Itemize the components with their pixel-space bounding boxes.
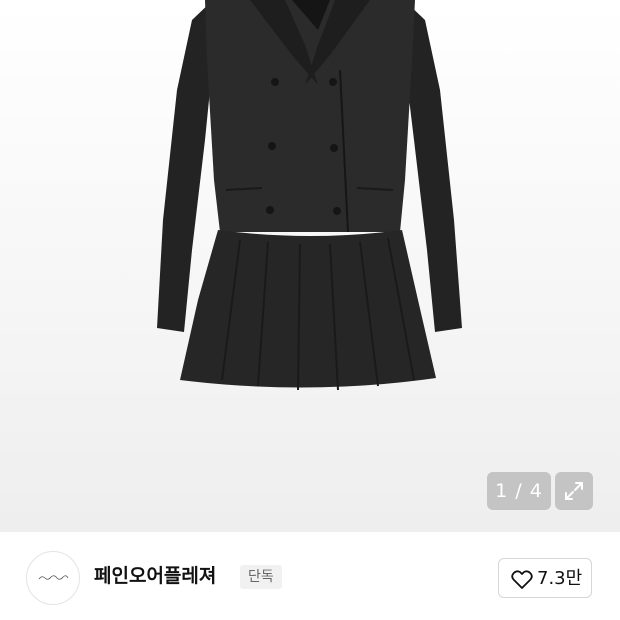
exclusive-badge: 단독 [240, 565, 282, 589]
heart-outline-icon [511, 570, 533, 589]
image-page-counter: 1 / 4 [487, 472, 551, 510]
like-button[interactable]: 7.3만 [498, 558, 592, 598]
brand-logo-avatar[interactable] [26, 551, 80, 605]
brand-info-bar: 페인오어플레져 단독 7.3만 [0, 532, 620, 620]
product-image-gallery[interactable]: 1 / 4 [0, 0, 620, 532]
brand-name[interactable]: 페인오어플레져 [94, 564, 216, 588]
like-count: 7.3만 [537, 568, 583, 589]
fullscreen-expand-button[interactable] [555, 472, 593, 510]
brand-logo [38, 575, 69, 580]
expand-arrows-icon [565, 482, 583, 500]
product-image-dress [157, 0, 462, 391]
